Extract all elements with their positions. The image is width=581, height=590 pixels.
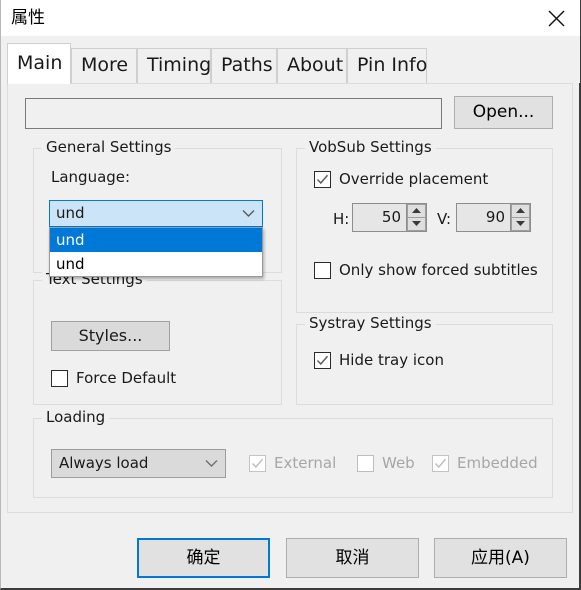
tab-timing-label: Timing [147,54,212,76]
h-label: H: [333,210,350,228]
check-icon [434,458,447,469]
language-combobox[interactable]: und [49,200,263,227]
checkbox-box-checked-disabled [432,455,449,472]
force-default-label: Force Default [76,369,177,387]
general-settings-group: General Settings Language: und und und [33,138,282,277]
external-label: External [274,454,337,472]
tab-timing[interactable]: Timing [137,48,211,83]
language-label: Language: [51,168,131,186]
tab-more-label: More [81,54,129,76]
close-icon[interactable] [533,0,579,36]
embedded-label: Embedded [457,454,538,472]
tab-pin-info[interactable]: Pin Info [347,48,427,83]
language-dropdown-list[interactable]: und und [49,227,263,277]
open-button[interactable]: Open... [454,96,553,129]
loading-group: Loading Always load External Web Embedde… [33,408,553,498]
check-icon [316,355,329,366]
v-spinner-buttons [510,204,530,231]
triangle-up-glyph [412,208,421,214]
text-settings-group: Text Settings Styles... Force Default [33,270,282,405]
checkbox-box-unchecked [314,262,331,279]
language-combobox-value: und [56,204,85,222]
hide-tray-icon-label: Hide tray icon [339,351,444,369]
h-spinner-buttons [406,204,426,231]
checkbox-box-checked [314,352,331,369]
close-glyph [548,10,564,26]
embedded-checkbox[interactable]: Embedded [432,455,538,472]
tab-about[interactable]: About [277,48,347,83]
loading-title: Loading [42,408,110,426]
web-label: Web [382,454,415,472]
tab-main-label: Main [17,52,63,74]
checkbox-box-checked [314,171,331,188]
path-input[interactable] [25,98,442,129]
systray-settings-group: Systray Settings Hide tray icon [296,314,553,405]
v-label: V: [437,210,452,228]
cancel-button[interactable]: 取消 [286,538,419,578]
title-bar: 属性 [1,0,580,36]
check-icon [316,174,329,185]
checkbox-box-unchecked [51,370,68,387]
tab-more[interactable]: More [71,48,137,83]
tab-about-label: About [287,54,344,76]
checkbox-box-unchecked-disabled [357,455,374,472]
spinner-up-icon[interactable] [407,204,426,218]
window-title: 属性 [11,8,45,28]
chevron-down-glyph [205,460,218,467]
systray-settings-title: Systray Settings [305,314,436,332]
spinner-down-icon[interactable] [407,217,426,231]
ok-button[interactable]: 确定 [137,538,270,578]
only-forced-subtitles-label: Only show forced subtitles [339,261,538,279]
general-settings-title: General Settings [42,138,176,156]
language-option-0[interactable]: und [50,228,262,252]
triangle-down-glyph [516,221,525,227]
loading-mode-value: Always load [59,454,149,472]
loading-mode-combobox[interactable]: Always load [51,449,226,478]
triangle-down-glyph [412,221,421,227]
tab-page-main: Open... General Settings Language: und u… [7,83,573,513]
v-spinner[interactable]: 90 [456,203,531,232]
h-spinner-value: 50 [381,208,401,226]
triangle-up-glyph [516,208,525,214]
override-placement-checkbox[interactable]: Override placement [314,171,488,188]
chevron-down-glyph [242,210,255,217]
web-checkbox[interactable]: Web [357,455,415,472]
tab-pin-info-label: Pin Info [357,54,428,76]
apply-button[interactable]: 应用(A) [434,538,567,578]
chevron-down-icon [205,450,218,477]
properties-dialog: 属性 Main More Timing Paths About Pin Info [0,0,581,590]
check-icon [251,458,264,469]
tab-paths[interactable]: Paths [211,48,277,83]
tab-paths-label: Paths [221,54,273,76]
vobsub-settings-title: VobSub Settings [305,138,436,156]
spinner-down-icon[interactable] [511,217,530,231]
only-forced-subtitles-checkbox[interactable]: Only show forced subtitles [314,262,538,279]
vobsub-settings-group: VobSub Settings Override placement H: 50 [296,138,553,313]
language-option-1[interactable]: und [50,252,262,276]
hide-tray-icon-checkbox[interactable]: Hide tray icon [314,352,444,369]
tab-main[interactable]: Main [7,43,71,84]
override-placement-label: Override placement [339,170,489,188]
styles-button[interactable]: Styles... [51,321,170,351]
h-spinner[interactable]: 50 [352,203,427,232]
chevron-down-icon [242,201,255,226]
checkbox-box-checked-disabled [249,455,266,472]
force-default-checkbox[interactable]: Force Default [51,370,176,387]
external-checkbox[interactable]: External [249,455,336,472]
spinner-up-icon[interactable] [511,204,530,218]
v-spinner-value: 90 [485,208,505,226]
tab-strip: Main More Timing Paths About Pin Info [1,36,580,84]
